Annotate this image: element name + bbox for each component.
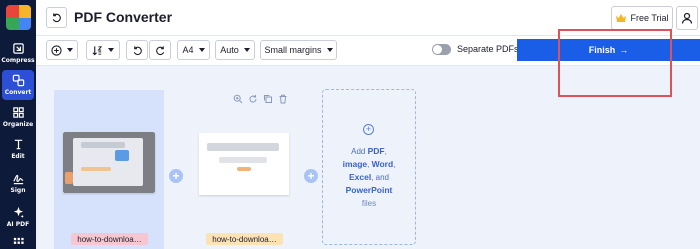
sidebar-item-label: Convert: [4, 89, 32, 96]
free-trial-button[interactable]: Free Trial: [611, 6, 673, 30]
margins-select[interactable]: Small margins: [260, 40, 337, 60]
sidebar-item-sign[interactable]: Sign: [2, 168, 34, 198]
rotate-left-icon: [133, 45, 142, 55]
sidebar-item-ai-pdf[interactable]: AI PDF: [2, 202, 34, 232]
add-circle-icon: [51, 44, 62, 56]
page-actions: [233, 94, 288, 104]
file-thumbnail-2[interactable]: [199, 133, 289, 195]
sidebar-item-label: Edit: [11, 153, 25, 160]
crown-icon: [616, 14, 627, 22]
add-files-text: Add PDF, image, Word, Excel, and PowerPo…: [342, 146, 396, 208]
rotate-icon[interactable]: [248, 94, 258, 104]
file-thumbnail-1[interactable]: [63, 132, 155, 193]
sign-icon: [12, 174, 23, 185]
sidebar: Compress Convert Organize Edit Sign AI P…: [0, 0, 36, 249]
rotate-left-button[interactable]: [126, 40, 148, 60]
chevron-down-icon: [198, 48, 205, 52]
separate-pdfs-toggle[interactable]: [432, 44, 451, 55]
sidebar-item-edit[interactable]: Edit: [2, 134, 34, 164]
sidebar-item-label: AI PDF: [6, 221, 30, 228]
compress-icon: [12, 43, 24, 54]
apps-grid-icon: [13, 237, 24, 244]
highlight-box: [558, 29, 672, 97]
orientation-select[interactable]: Auto: [215, 40, 255, 60]
sidebar-item-organize[interactable]: Organize: [2, 102, 34, 132]
sidebar-item-more[interactable]: [2, 234, 34, 249]
delete-icon[interactable]: [278, 94, 288, 104]
insert-after-button[interactable]: +: [304, 169, 318, 183]
chevron-down-icon: [326, 48, 333, 52]
zoom-in-icon[interactable]: [233, 94, 243, 104]
reset-button[interactable]: [46, 7, 67, 28]
insert-between-button[interactable]: +: [169, 169, 183, 183]
convert-icon: [12, 74, 24, 87]
user-icon: [681, 12, 693, 24]
add-circle-icon[interactable]: +: [363, 124, 374, 135]
account-button[interactable]: [676, 6, 698, 30]
page-size-select[interactable]: A4: [177, 40, 210, 60]
file-name-badge: how-to-downloa…: [206, 233, 283, 245]
sort-dropdown[interactable]: [86, 40, 120, 60]
chevron-down-icon: [108, 48, 114, 52]
sidebar-item-label: Compress: [1, 57, 35, 64]
free-trial-label: Free Trial: [630, 13, 669, 23]
sidebar-item-compress[interactable]: Compress: [1, 38, 35, 68]
sort-icon: [92, 45, 103, 55]
chevron-down-icon: [67, 48, 73, 52]
file-name-badge: how-to-downloa…: [71, 233, 148, 245]
organize-icon: [12, 107, 24, 118]
sidebar-item-label: Sign: [10, 187, 26, 194]
sidebar-item-convert[interactable]: Convert: [2, 70, 34, 100]
app-logo[interactable]: [6, 5, 31, 30]
margins-value: Small margins: [264, 45, 322, 55]
edit-icon: [14, 139, 22, 150]
ai-pdf-icon: [13, 206, 24, 218]
duplicate-icon[interactable]: [263, 94, 273, 104]
rotate-right-icon: [155, 45, 164, 55]
page-size-value: A4: [182, 45, 194, 55]
sidebar-item-label: Organize: [2, 121, 34, 128]
rotate-right-button[interactable]: [149, 40, 171, 60]
add-file-dropdown[interactable]: [46, 40, 78, 60]
page-title: PDF Converter: [74, 9, 173, 25]
separate-pdfs-label: Separate PDFs: [457, 44, 519, 54]
orientation-value: Auto: [220, 45, 239, 55]
chevron-down-icon: [243, 48, 250, 52]
reset-icon: [52, 13, 61, 23]
